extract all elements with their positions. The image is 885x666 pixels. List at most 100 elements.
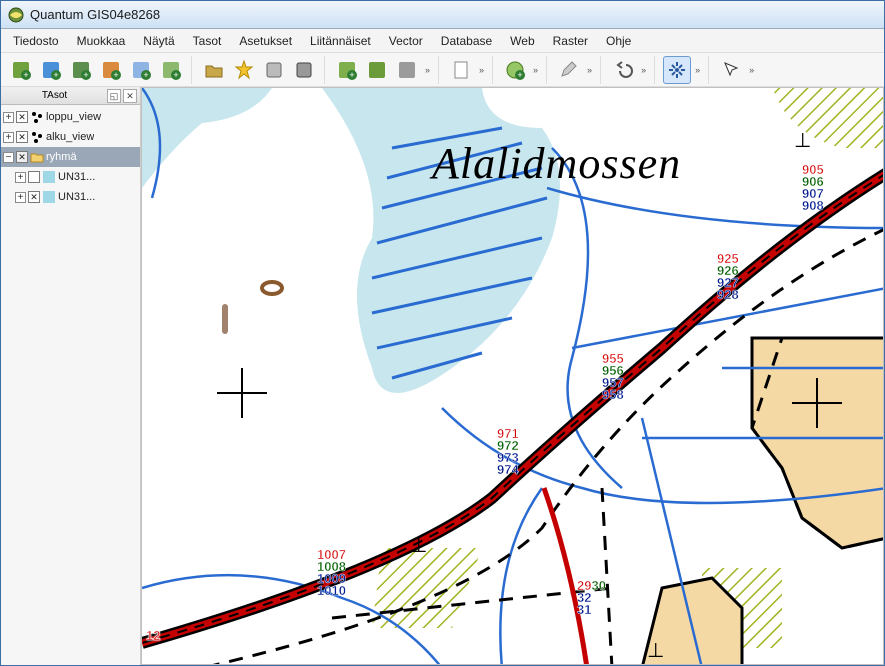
map-place-label: Alalidmossen: [432, 138, 681, 189]
add-raster-layer-button[interactable]: +: [37, 56, 65, 84]
toolbar-group-nav: »: [663, 56, 709, 84]
chevron-icon[interactable]: »: [585, 65, 594, 75]
layer-name: loppu_view: [46, 111, 101, 123]
new-bookmark-button[interactable]: [230, 56, 258, 84]
chevron-icon[interactable]: »: [423, 65, 432, 75]
point-label-971: 971 972 973 974: [497, 428, 519, 476]
t-mark-icon: ⊥: [647, 638, 664, 663]
points-layer-icon: [30, 130, 44, 144]
chevron-icon[interactable]: »: [693, 65, 702, 75]
add-wms-layer-button[interactable]: +: [127, 56, 155, 84]
menu-asetukset[interactable]: Asetukset: [231, 31, 300, 51]
toolbar: + + + + + + + » » + » »: [1, 53, 884, 87]
menu-nayta[interactable]: Näytä: [135, 31, 182, 51]
open-project-button[interactable]: [200, 56, 228, 84]
layer-name: UN31...: [58, 171, 95, 183]
toolbar-group-edit: »: [555, 56, 601, 84]
svg-text:+: +: [83, 70, 88, 80]
point-label-1007: 1007 1008 1009 1010: [317, 549, 346, 597]
point-label-29: 2930 32 31: [577, 580, 606, 616]
toolbar-group-layers: + + + + + +: [7, 56, 192, 84]
layer-row-loppu-view[interactable]: + ✕ loppu_view: [1, 107, 140, 127]
svg-text:+: +: [173, 70, 178, 80]
svg-text:+: +: [23, 70, 28, 80]
new-file-button[interactable]: [447, 56, 475, 84]
expand-icon[interactable]: +: [15, 172, 26, 183]
chevron-icon[interactable]: »: [477, 65, 486, 75]
raster-layer-icon: [42, 170, 56, 184]
chevron-icon[interactable]: »: [747, 65, 756, 75]
t-mark-icon: ⊥: [410, 533, 427, 558]
select-button[interactable]: [717, 56, 745, 84]
save-edits-button[interactable]: [290, 56, 318, 84]
pan-button[interactable]: [663, 56, 691, 84]
expand-icon[interactable]: +: [3, 112, 14, 123]
layer-checkbox[interactable]: ✕: [28, 191, 40, 203]
layer-row-un31-1[interactable]: + UN31...: [1, 167, 140, 187]
layers-panel-title: TAsot: [42, 90, 67, 101]
app-icon: [7, 6, 25, 24]
add-layer-button[interactable]: +: [501, 56, 529, 84]
add-postgis-layer-button[interactable]: +: [67, 56, 95, 84]
toolbar-group-addlayer2: + »: [501, 56, 547, 84]
svg-text:+: +: [53, 70, 58, 80]
layer-name: ryhmä: [46, 151, 77, 163]
layer-checkbox[interactable]: ✕: [16, 151, 28, 163]
menu-tasot[interactable]: Tasot: [185, 31, 230, 51]
toolbar-group-select: »: [717, 56, 762, 84]
layers-tree[interactable]: + ✕ loppu_view + ✕ alku_view − ✕ ryhmä: [1, 105, 140, 209]
svg-text:+: +: [143, 70, 148, 80]
pencil-button[interactable]: [555, 56, 583, 84]
menu-database[interactable]: Database: [433, 31, 500, 51]
menu-vector[interactable]: Vector: [381, 31, 431, 51]
chevron-icon[interactable]: »: [639, 65, 648, 75]
layer-row-alku-view[interactable]: + ✕ alku_view: [1, 127, 140, 147]
toggle-editing-button[interactable]: [260, 56, 288, 84]
grid-cross-icon: [217, 368, 267, 418]
titlebar: Quantum GIS04e8268: [1, 1, 884, 29]
group-layer-icon: [30, 150, 44, 164]
layers-panel-header: TAsot ◱ ✕: [1, 87, 140, 105]
svg-text:+: +: [349, 70, 354, 80]
map-canvas[interactable]: Alalidmossen ⊥ ⊥ ⊥ 905 906 907 908 925 9…: [141, 87, 884, 665]
svg-text:+: +: [517, 70, 522, 80]
toolbar-group-history: »: [609, 56, 655, 84]
layer-name: UN31...: [58, 191, 95, 203]
layer-checkbox[interactable]: ✕: [16, 111, 28, 123]
undo-button[interactable]: [609, 56, 637, 84]
open-project-button-2[interactable]: [363, 56, 391, 84]
grid-cross-icon: [792, 378, 842, 428]
expand-icon[interactable]: +: [15, 192, 26, 203]
expand-icon[interactable]: +: [3, 132, 14, 143]
layer-checkbox[interactable]: ✕: [16, 131, 28, 143]
menu-liitannaiset[interactable]: Liitännäiset: [302, 31, 379, 51]
point-label-905: 905 906 907 908: [802, 164, 824, 212]
new-project-button[interactable]: +: [333, 56, 361, 84]
add-vector-layer-button[interactable]: +: [7, 56, 35, 84]
layer-row-un31-2[interactable]: + ✕ UN31...: [1, 187, 140, 207]
collapse-icon[interactable]: −: [3, 152, 14, 163]
menu-web[interactable]: Web: [502, 31, 542, 51]
menu-ohje[interactable]: Ohje: [598, 31, 639, 51]
close-panel-button[interactable]: ✕: [123, 89, 137, 103]
menu-tiedosto[interactable]: Tiedosto: [5, 31, 67, 51]
window-title: Quantum GIS04e8268: [30, 7, 160, 22]
layer-checkbox[interactable]: [28, 171, 40, 183]
toolbar-group-project2: + »: [333, 56, 439, 84]
point-label-955: 955 956 957 958: [602, 353, 624, 401]
undock-button[interactable]: ◱: [107, 89, 121, 103]
print-composer-button[interactable]: [393, 56, 421, 84]
svg-text:+: +: [113, 70, 118, 80]
toolbar-group-file: »: [447, 56, 493, 84]
layer-row-ryhma[interactable]: − ✕ ryhmä: [1, 147, 140, 167]
t-mark-icon: ⊥: [794, 128, 811, 153]
toolbar-group-project: [200, 56, 325, 84]
points-layer-icon: [30, 110, 44, 124]
menu-muokkaa[interactable]: Muokkaa: [69, 31, 134, 51]
add-spatialite-layer-button[interactable]: +: [97, 56, 125, 84]
add-wfs-layer-button[interactable]: +: [157, 56, 185, 84]
point-label-925: 925 926 927 928: [717, 253, 739, 301]
raster-layer-icon: [42, 190, 56, 204]
menu-raster[interactable]: Raster: [545, 31, 596, 51]
chevron-icon[interactable]: »: [531, 65, 540, 75]
